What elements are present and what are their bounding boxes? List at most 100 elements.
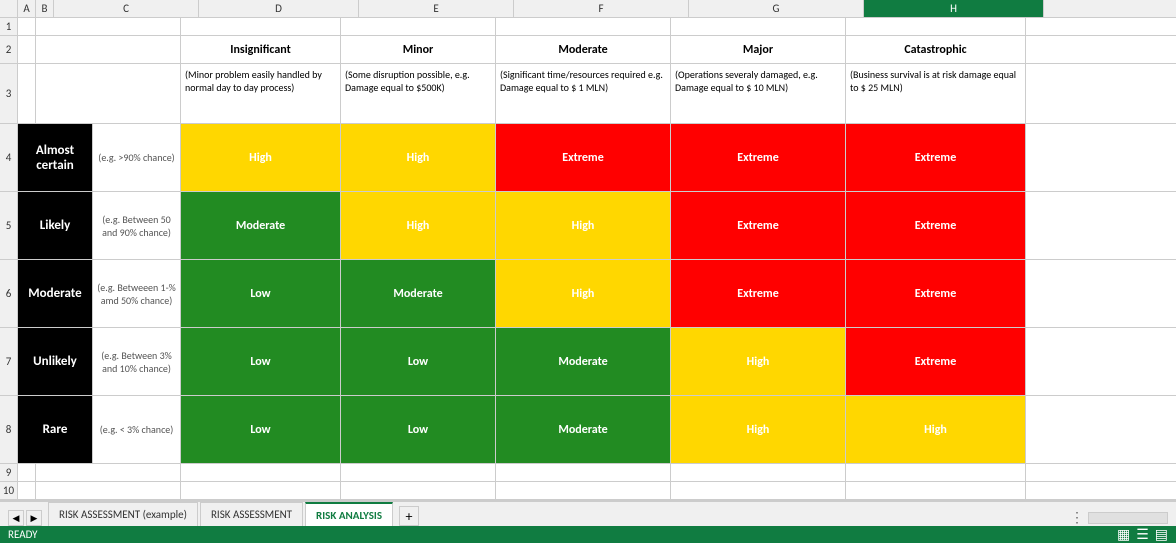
cell-e2-header: Minor <box>341 36 496 63</box>
cell-f7[interactable]: Moderate <box>496 328 671 395</box>
col-header-f[interactable]: F <box>514 0 689 17</box>
cell-h7[interactable]: Extreme <box>846 328 1026 395</box>
cell-g7[interactable]: High <box>671 328 846 395</box>
cell-c9[interactable] <box>36 464 181 481</box>
cell-a10[interactable] <box>18 482 36 499</box>
cell-c2[interactable] <box>36 36 181 63</box>
cell-g9[interactable] <box>671 464 846 481</box>
cell-h2-header: Catastrophic <box>846 36 1026 63</box>
cell-h6[interactable]: Extreme <box>846 260 1026 327</box>
cell-f1[interactable] <box>496 18 671 35</box>
cell-d8[interactable]: Low <box>181 396 341 463</box>
tab-risk-analysis[interactable]: RISK ANALYSIS <box>305 502 393 526</box>
col-header-c[interactable]: C <box>54 0 199 17</box>
table-view-icon[interactable]: ☰ <box>1136 526 1149 543</box>
col-header-b[interactable]: B <box>36 0 54 17</box>
cell-e1[interactable] <box>341 18 496 35</box>
cell-h5[interactable]: Extreme <box>846 192 1026 259</box>
grid-row-8: Rare (e.g. < 3% chance) Low Low Moderate… <box>18 396 1176 464</box>
cell-d6[interactable]: Low <box>181 260 341 327</box>
cell-h4[interactable]: Extreme <box>846 124 1026 191</box>
cell-c3[interactable] <box>36 64 181 123</box>
cell-f10[interactable] <box>496 482 671 499</box>
cell-d5[interactable]: Moderate <box>181 192 341 259</box>
cell-g6[interactable]: Extreme <box>671 260 846 327</box>
corner-cell <box>0 0 18 17</box>
cell-a2[interactable] <box>18 36 36 63</box>
grid-row-9 <box>18 464 1176 482</box>
cell-e9[interactable] <box>341 464 496 481</box>
cell-d10[interactable] <box>181 482 341 499</box>
col-header-d[interactable]: D <box>199 0 359 17</box>
cell-g4[interactable]: Extreme <box>671 124 846 191</box>
cell-g1[interactable] <box>671 18 846 35</box>
grid-row-7: Unlikely (e.g. Between 3% and 10% chance… <box>18 328 1176 396</box>
cell-g3-desc: (Operations severaly damaged, e.g. Damag… <box>671 64 846 123</box>
horizontal-scrollbar[interactable] <box>1088 512 1168 524</box>
cell-g2-header: Major <box>671 36 846 63</box>
grid-row-3: (Minor problem easily handled by normal … <box>18 64 1176 124</box>
cell-d4[interactable]: High <box>181 124 341 191</box>
row-label-4b: (e.g. >90% chance) <box>93 124 181 191</box>
tab-scroll-left[interactable]: ◀ <box>8 510 24 526</box>
cell-f6[interactable]: High <box>496 260 671 327</box>
cell-d2-header: Insignificant <box>181 36 341 63</box>
cell-e4[interactable]: High <box>341 124 496 191</box>
cell-c1[interactable] <box>36 18 181 35</box>
cell-e5[interactable]: High <box>341 192 496 259</box>
cell-e8[interactable]: Low <box>341 396 496 463</box>
cell-a1[interactable] <box>18 18 36 35</box>
row-label-7a: Unlikely <box>18 328 93 395</box>
row-label-4a: Almost certain <box>18 124 93 191</box>
cell-d3-desc: (Minor problem easily handled by normal … <box>181 64 341 123</box>
status-bar: READY ▦ ☰ ▤ <box>0 526 1176 543</box>
cell-f5[interactable]: High <box>496 192 671 259</box>
cell-f3-desc: (Significant time/resources required e.g… <box>496 64 671 123</box>
grid-row-1 <box>18 18 1176 36</box>
tab-risk-assessment[interactable]: RISK ASSESSMENT <box>200 502 303 526</box>
tab-risk-assessment-example[interactable]: RISK ASSESSMENT (example) <box>48 502 198 526</box>
grid-row-4: Almost certain (e.g. >90% chance) High H… <box>18 124 1176 192</box>
grid-view-icon[interactable]: ▦ <box>1117 526 1130 543</box>
row-headers: 1 2 3 4 5 6 7 8 9 10 <box>0 18 18 500</box>
row-label-6a: Moderate <box>18 260 93 327</box>
status-text: READY <box>8 528 38 541</box>
tab-scroll-right[interactable]: ▶ <box>26 510 42 526</box>
col-header-g[interactable]: G <box>689 0 864 17</box>
cell-d9[interactable] <box>181 464 341 481</box>
cell-e10[interactable] <box>341 482 496 499</box>
cell-f8[interactable]: Moderate <box>496 396 671 463</box>
cell-f9[interactable] <box>496 464 671 481</box>
row-header-7: 7 <box>0 328 17 396</box>
cell-h3-desc: (Business survival is at risk damage equ… <box>846 64 1026 123</box>
cell-h9[interactable] <box>846 464 1026 481</box>
col-header-h[interactable]: H <box>864 0 1044 17</box>
chart-view-icon[interactable]: ▤ <box>1155 526 1168 543</box>
cell-d7[interactable]: Low <box>181 328 341 395</box>
cell-e6[interactable]: Moderate <box>341 260 496 327</box>
cell-h8[interactable]: High <box>846 396 1026 463</box>
col-header-a[interactable]: A <box>18 0 36 17</box>
row-label-6b: (e.g. Betweeen 1-% amd 50% chance) <box>93 260 181 327</box>
col-header-e[interactable]: E <box>359 0 514 17</box>
cell-f4[interactable]: Extreme <box>496 124 671 191</box>
cell-e7[interactable]: Low <box>341 328 496 395</box>
cell-c10[interactable] <box>36 482 181 499</box>
grid-row-5: Likely (e.g. Between 50 and 90% chance) … <box>18 192 1176 260</box>
cell-f2-header: Moderate <box>496 36 671 63</box>
row-header-4: 4 <box>0 124 17 192</box>
cell-h1[interactable] <box>846 18 1026 35</box>
cell-d1[interactable] <box>181 18 341 35</box>
cell-g10[interactable] <box>671 482 846 499</box>
cell-e3-desc: (Some disruption possible, e.g. Damage e… <box>341 64 496 123</box>
tab-add-button[interactable]: + <box>399 506 419 526</box>
cell-g8[interactable]: High <box>671 396 846 463</box>
row-header-8: 8 <box>0 396 17 464</box>
grid: Insignificant Minor Moderate Major Catas… <box>18 18 1176 500</box>
row-label-5a: Likely <box>18 192 93 259</box>
cell-h10[interactable] <box>846 482 1026 499</box>
cell-a9[interactable] <box>18 464 36 481</box>
cell-g5[interactable]: Extreme <box>671 192 846 259</box>
scroll-dots: ⋮ <box>1070 509 1084 526</box>
cell-a3[interactable] <box>18 64 36 123</box>
